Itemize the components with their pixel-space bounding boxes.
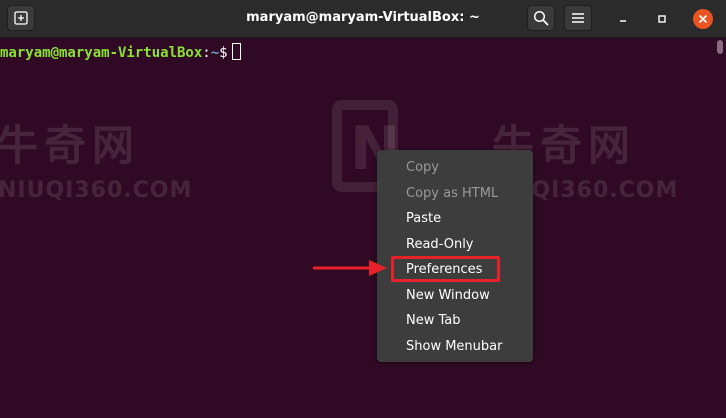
menu-item-new-tab[interactable]: New Tab xyxy=(377,308,533,334)
terminal-scrollbar[interactable] xyxy=(714,38,726,418)
search-button[interactable] xyxy=(527,5,555,31)
terminal-view[interactable]: maryam@maryam-VirtualBox:~$ xyxy=(0,38,714,418)
annotation-highlight-box xyxy=(391,256,500,282)
menu-item-show-menubar[interactable]: Show Menubar xyxy=(377,334,533,360)
close-button[interactable] xyxy=(693,9,713,29)
annotation-arrow-icon xyxy=(313,260,387,276)
search-icon xyxy=(533,10,549,26)
menu-item-copy-as-html[interactable]: Copy as HTML xyxy=(377,181,533,207)
prompt-user-host: maryam@maryam-VirtualBox xyxy=(0,45,203,61)
minimize-icon xyxy=(620,20,626,22)
terminal-cursor xyxy=(231,43,241,60)
scrollbar-thumb[interactable] xyxy=(717,40,723,54)
menu-item-paste[interactable]: Paste xyxy=(377,206,533,232)
menu-item-copy[interactable]: Copy xyxy=(377,155,533,181)
prompt-separator: : xyxy=(202,45,211,61)
prompt-line: maryam@maryam-VirtualBox:~$ xyxy=(0,43,241,62)
minimize-button[interactable] xyxy=(613,9,633,29)
close-icon xyxy=(698,14,708,24)
prompt-dollar: $ xyxy=(219,45,228,61)
menu-item-read-only[interactable]: Read-Only xyxy=(377,232,533,258)
maximize-icon xyxy=(658,15,666,23)
menu-item-new-window[interactable]: New Window xyxy=(377,283,533,309)
maximize-button[interactable] xyxy=(652,9,672,29)
main-menu-button[interactable] xyxy=(564,5,592,31)
prompt-path: ~ xyxy=(210,45,220,61)
hamburger-menu-icon xyxy=(572,13,584,23)
headerbar: maryam@maryam-VirtualBox: ~ xyxy=(0,0,726,38)
